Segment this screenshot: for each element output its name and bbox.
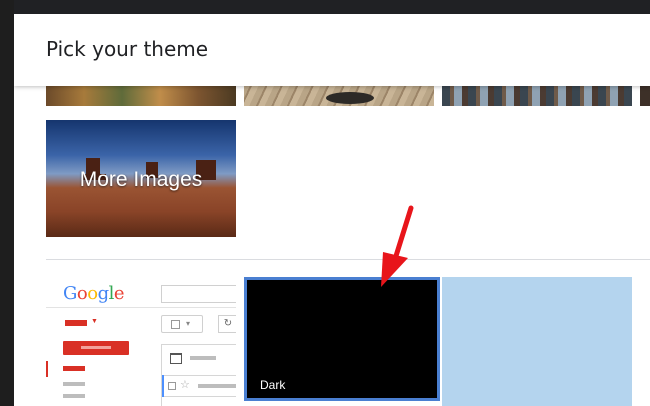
annotation-arrow-icon — [381, 205, 414, 287]
